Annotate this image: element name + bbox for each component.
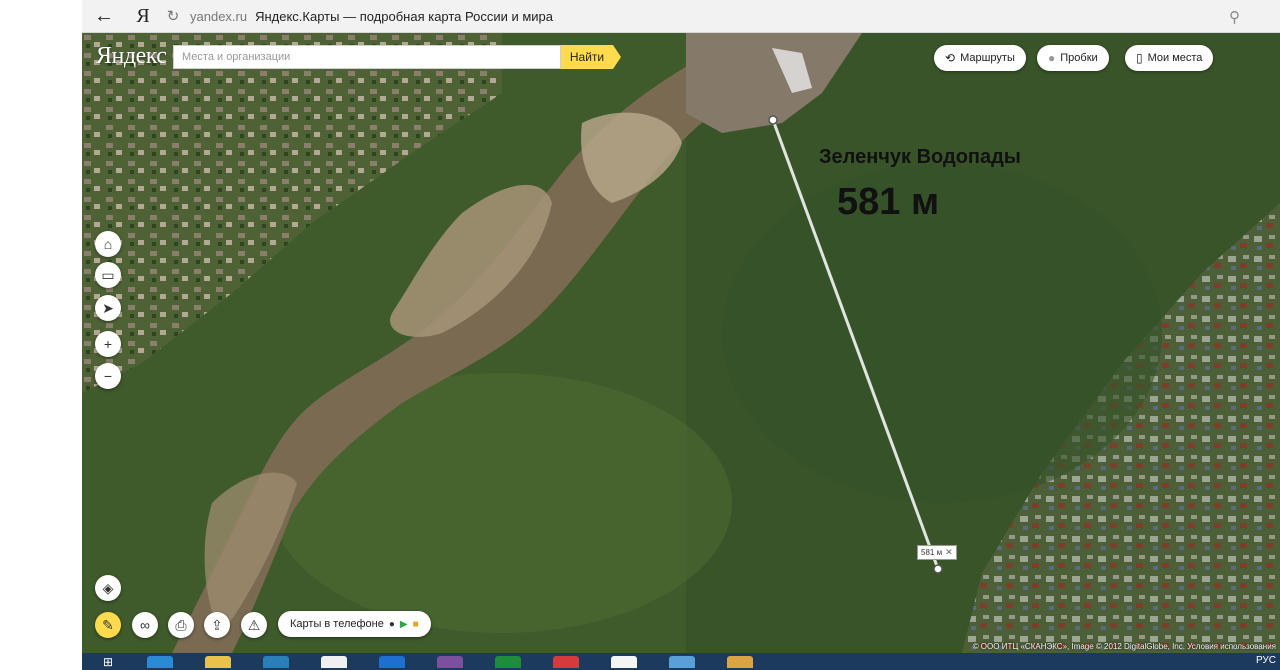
zoom-out-button[interactable]: − — [95, 363, 121, 389]
home-button[interactable]: ⌂ — [95, 231, 121, 257]
work-button[interactable]: ▭ — [95, 262, 121, 288]
print-button[interactable]: ⎙ — [168, 612, 194, 638]
google-play-icon: ▶ — [399, 618, 408, 630]
my-places-button[interactable]: ▯ Мои места — [1125, 45, 1214, 71]
search-icon[interactable]: ⚲ — [1229, 8, 1240, 26]
zoom-in-button[interactable]: + — [95, 331, 121, 357]
satellite-imagery — [82, 33, 1280, 653]
copyright-text: © ООО ИТЦ «СКАНЭКС», Image © 2012 Digita… — [972, 642, 1276, 651]
ruler-icon: ✎ — [102, 616, 114, 633]
apple-icon: ● — [388, 618, 395, 630]
system-tray[interactable]: РУС — [1256, 655, 1276, 666]
start-button[interactable]: ⊞ — [82, 653, 134, 670]
windows-start-icon: ⊞ — [102, 654, 114, 669]
taskbar-item-app2[interactable] — [308, 653, 360, 670]
app-icon — [321, 656, 347, 668]
windows-taskbar: ⊞ РУС — [82, 653, 1280, 670]
address-bar[interactable]: yandex.ru Яндекс.Карты — подробная карта… — [186, 0, 1226, 33]
share-icon: ⇪ — [211, 616, 223, 633]
traffic-light-icon: ● — [1048, 51, 1056, 65]
taskbar-item-paint[interactable] — [714, 653, 766, 670]
binoculars-icon: ∞ — [140, 617, 150, 633]
taskbar-item-app3[interactable] — [366, 653, 418, 670]
routes-label: Маршруты — [960, 52, 1015, 64]
bookmark-icon: ▯ — [1136, 51, 1143, 65]
yandex-logo[interactable]: Яндекс — [96, 43, 167, 70]
address-domain: yandex.ru — [190, 8, 248, 24]
taskbar-item-explorer[interactable] — [192, 653, 244, 670]
route-icon: ⟲ — [945, 51, 956, 65]
viber-icon — [437, 656, 463, 668]
screen: ← Я ↻ yandex.ru Яндекс.Карты — подробная… — [0, 0, 1280, 670]
app-icon — [553, 656, 579, 668]
report-error-button[interactable]: ⚠ — [241, 612, 267, 638]
layers-icon: ◈ — [102, 579, 114, 596]
layers-button[interactable]: ◈ — [95, 575, 121, 601]
ruler-distance-label: 581 м ✕ — [917, 545, 957, 560]
ruler-button[interactable]: ✎ — [95, 612, 121, 638]
reload-icon: ↻ — [166, 8, 180, 25]
share-button[interactable]: ⇪ — [204, 612, 230, 638]
location-arrow-icon: ➤ — [102, 299, 114, 316]
file-explorer-icon — [205, 656, 231, 668]
my-places-label: Мои места — [1147, 52, 1203, 64]
zoom-out-icon: − — [103, 368, 113, 384]
search-box[interactable] — [173, 45, 561, 69]
tray-language[interactable]: РУС — [1256, 655, 1276, 666]
ruler-end-point[interactable] — [933, 564, 943, 574]
traffic-label: Пробки — [1060, 52, 1098, 64]
browser-bar: ← Я ↻ yandex.ru Яндекс.Карты — подробная… — [82, 0, 1280, 33]
yandex-browser-logo[interactable]: Я — [126, 5, 160, 28]
internet-explorer-icon — [147, 656, 173, 668]
app-icon — [669, 656, 695, 668]
taskbar-item-ie[interactable] — [134, 653, 186, 670]
app-icon — [379, 656, 405, 668]
ruler-start-point[interactable] — [768, 115, 778, 125]
map-viewport[interactable]: Яндекс Найти ⟲ Маршруты ● Пробки ▯ Мои м… — [82, 33, 1280, 653]
address-page-title: Яндекс.Карты — подробная карта России и … — [255, 8, 554, 24]
phone-maps-link[interactable]: Карты в телефоне ● ▶ ■ — [278, 611, 431, 637]
app-icon — [263, 656, 289, 668]
taskbar-item-store[interactable] — [482, 653, 534, 670]
yandex-browser-icon — [611, 656, 637, 668]
taskbar-item-app1[interactable] — [250, 653, 302, 670]
back-button[interactable]: ← — [82, 0, 126, 33]
reload-button[interactable]: ↻ — [160, 7, 186, 25]
briefcase-icon: ▭ — [101, 266, 115, 283]
home-icon: ⌂ — [103, 236, 113, 252]
search-input[interactable] — [182, 51, 560, 63]
taskbar-item-yandex[interactable] — [598, 653, 650, 670]
routes-button[interactable]: ⟲ Маршруты — [934, 45, 1026, 71]
paint-icon — [727, 656, 753, 668]
close-icon[interactable]: ✕ — [945, 547, 953, 558]
phone-maps-label: Карты в телефоне — [290, 618, 384, 630]
zoom-in-icon: + — [103, 336, 113, 352]
taskbar-item-viber[interactable] — [424, 653, 476, 670]
arrow-left-icon: ← — [94, 4, 114, 27]
printer-icon: ⎙ — [175, 616, 187, 633]
windows-store-icon: ■ — [412, 618, 419, 630]
my-location-button[interactable]: ➤ — [95, 295, 121, 321]
place-annotation-distance: 581 м — [837, 181, 940, 223]
store-icon — [495, 656, 521, 668]
warning-icon: ⚠ — [247, 616, 261, 633]
traffic-button[interactable]: ● Пробки — [1037, 45, 1109, 71]
find-button[interactable]: Найти — [561, 45, 621, 69]
taskbar-item-app4[interactable] — [540, 653, 592, 670]
taskbar-item-app5[interactable] — [656, 653, 708, 670]
place-annotation-title: Зеленчук Водопады — [819, 146, 1021, 168]
ruler-distance-text: 581 м — [921, 548, 943, 557]
panorama-button[interactable]: ∞ — [132, 612, 158, 638]
